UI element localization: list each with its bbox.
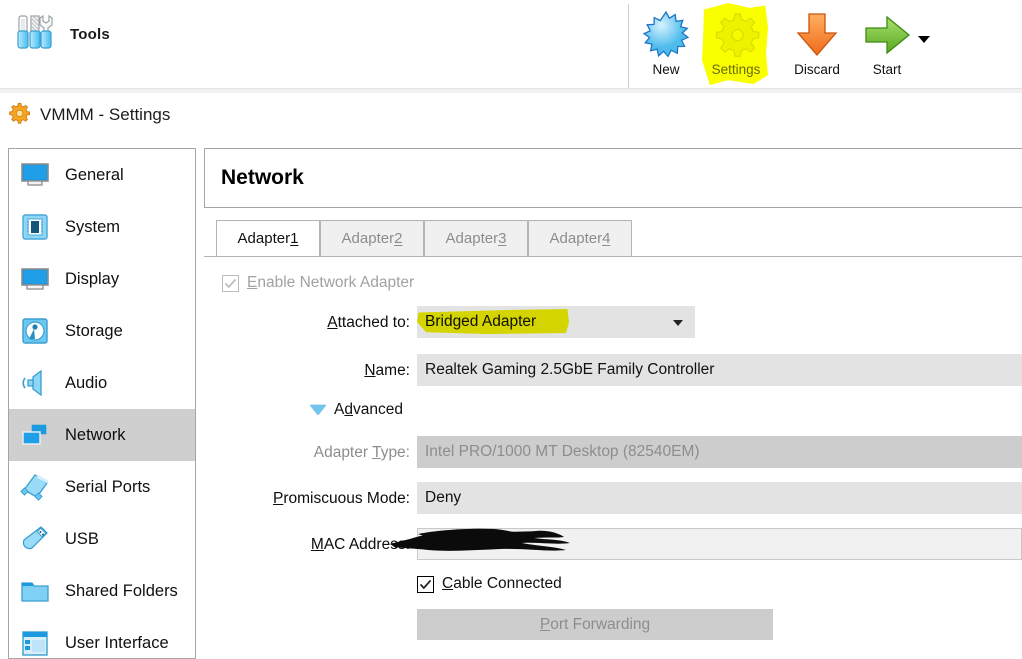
advanced-disclosure[interactable]: Advanced [310, 401, 403, 419]
sidebar-item-general[interactable]: General [9, 149, 195, 201]
name-value: Realtek Gaming 2.5GbE Family Controller [425, 361, 715, 378]
sidebar-item-usb[interactable]: USB [9, 513, 195, 565]
sidebar-item-label: Serial Ports [65, 477, 151, 496]
sidebar-item-label: Shared Folders [65, 581, 178, 600]
tools-icon [12, 10, 56, 59]
sidebar-item-label: User Interface [65, 633, 169, 652]
sidebar-item-shared-folders[interactable]: Shared Folders [9, 565, 195, 617]
adapter-type-combobox: Intel PRO/1000 MT Desktop (82540EM) [417, 436, 1022, 468]
tab-adapter-2[interactable]: Adapter 2 [320, 220, 424, 256]
checkmark-icon [419, 579, 432, 589]
chevron-down-icon [673, 320, 683, 326]
toolbar-separator [628, 4, 629, 88]
sidebar-item-storage[interactable]: Storage [9, 305, 195, 357]
harddisk-icon [19, 315, 51, 347]
cable-connected-checkbox[interactable]: Cable Connected [417, 575, 562, 593]
enable-network-adapter-label: Enable Network Adapter [247, 274, 415, 291]
sidebar-item-label: System [65, 217, 121, 236]
tab-label: Adapter [237, 230, 291, 247]
tab-adapter-3[interactable]: Adapter 3 [424, 220, 528, 256]
serial-port-icon [19, 471, 51, 503]
triangle-down-icon [310, 405, 326, 415]
adapter-type-value: Intel PRO/1000 MT Desktop (82540EM) [425, 443, 700, 460]
port-forwarding-button: Port Forwarding [417, 609, 773, 640]
caret-down-icon[interactable] [918, 36, 930, 43]
down-arrow-icon [791, 9, 843, 61]
promiscuous-mode-combobox[interactable]: Deny [417, 482, 1022, 514]
main-toolbar: Tools New Settings [0, 0, 1022, 88]
name-combobox[interactable]: Realtek Gaming 2.5GbE Family Controller [417, 354, 1022, 386]
advanced-label: Advanced [334, 401, 403, 418]
tab-adapter-1[interactable]: Adapter 1 [216, 220, 320, 256]
sidebar-item-label: Network [65, 425, 126, 444]
enable-network-adapter-checkbox[interactable]: Enable Network Adapter [222, 274, 414, 292]
display-icon [19, 263, 51, 295]
settings-sidebar[interactable]: General System Display Storage Audio Net… [8, 148, 196, 659]
discard-button[interactable]: Discard [781, 4, 853, 88]
orange-gear-icon [8, 102, 30, 129]
network-icon [19, 419, 51, 451]
usb-icon [19, 523, 51, 555]
checkbox-box [417, 575, 434, 593]
tab-mnemonic: 3 [498, 230, 507, 247]
speaker-icon [19, 367, 51, 399]
page-header: Network [204, 148, 1022, 208]
sidebar-item-label: General [65, 165, 124, 184]
cable-connected-label: Cable Connected [442, 575, 562, 592]
tab-mnemonic: 4 [602, 230, 611, 247]
sidebar-item-display[interactable]: Display [9, 253, 195, 305]
tools-label: Tools [70, 26, 110, 43]
star-burst-icon [640, 9, 692, 61]
chip-icon [19, 211, 51, 243]
promiscuous-mode-label: Promiscuous Mode: [273, 490, 410, 507]
tab-mnemonic: 1 [290, 230, 299, 247]
tab-label: Adapter [341, 230, 395, 247]
mac-address-label: MAC Address: [310, 536, 410, 553]
start-button[interactable]: Start [851, 4, 923, 88]
tab-label: Adapter [549, 230, 603, 247]
window-title-bar: VMMM - Settings [0, 93, 1022, 137]
page-title: Network [221, 166, 304, 189]
sidebar-item-label: Storage [65, 321, 123, 340]
attached-to-label: Attached to: [327, 314, 410, 331]
attached-to-highlight-annotation [417, 309, 569, 334]
adapter-tabs[interactable]: Adapter 1 Adapter 2 Adapter 3 Adapter 4 [204, 220, 1022, 256]
mac-address-input[interactable] [417, 528, 1022, 560]
checkmark-icon [224, 278, 237, 288]
monitor-icon [19, 159, 51, 191]
sidebar-item-label: Audio [65, 373, 108, 392]
sidebar-item-label: Display [65, 269, 120, 288]
right-arrow-icon [861, 9, 913, 61]
sidebar-item-serial-ports[interactable]: Serial Ports [9, 461, 195, 513]
checkbox-box [222, 274, 239, 292]
sidebar-item-network[interactable]: Network [9, 409, 195, 461]
adapter-type-label: Adapter Type: [313, 444, 410, 461]
user-interface-icon [19, 627, 51, 658]
settings-highlight-annotation [702, 3, 768, 85]
promiscuous-mode-value: Deny [425, 489, 462, 506]
new-button[interactable]: New [630, 4, 702, 88]
folder-icon [19, 575, 51, 607]
tools-button[interactable]: Tools [12, 10, 110, 59]
start-button-label: Start [872, 62, 902, 77]
sidebar-item-audio[interactable]: Audio [9, 357, 195, 409]
sidebar-item-user-interface[interactable]: User Interface [9, 617, 195, 658]
window-title-text: VMMM - Settings [40, 105, 171, 124]
sidebar-item-label: USB [65, 529, 99, 548]
new-button-label: New [652, 62, 680, 77]
discard-button-label: Discard [794, 62, 840, 77]
tab-label: Adapter [445, 230, 499, 247]
port-forwarding-label: Port Forwarding [539, 615, 651, 633]
sidebar-item-system[interactable]: System [9, 201, 195, 253]
tab-mnemonic: 2 [394, 230, 403, 247]
name-label: Name: [364, 362, 410, 379]
tab-adapter-4[interactable]: Adapter 4 [528, 220, 632, 256]
